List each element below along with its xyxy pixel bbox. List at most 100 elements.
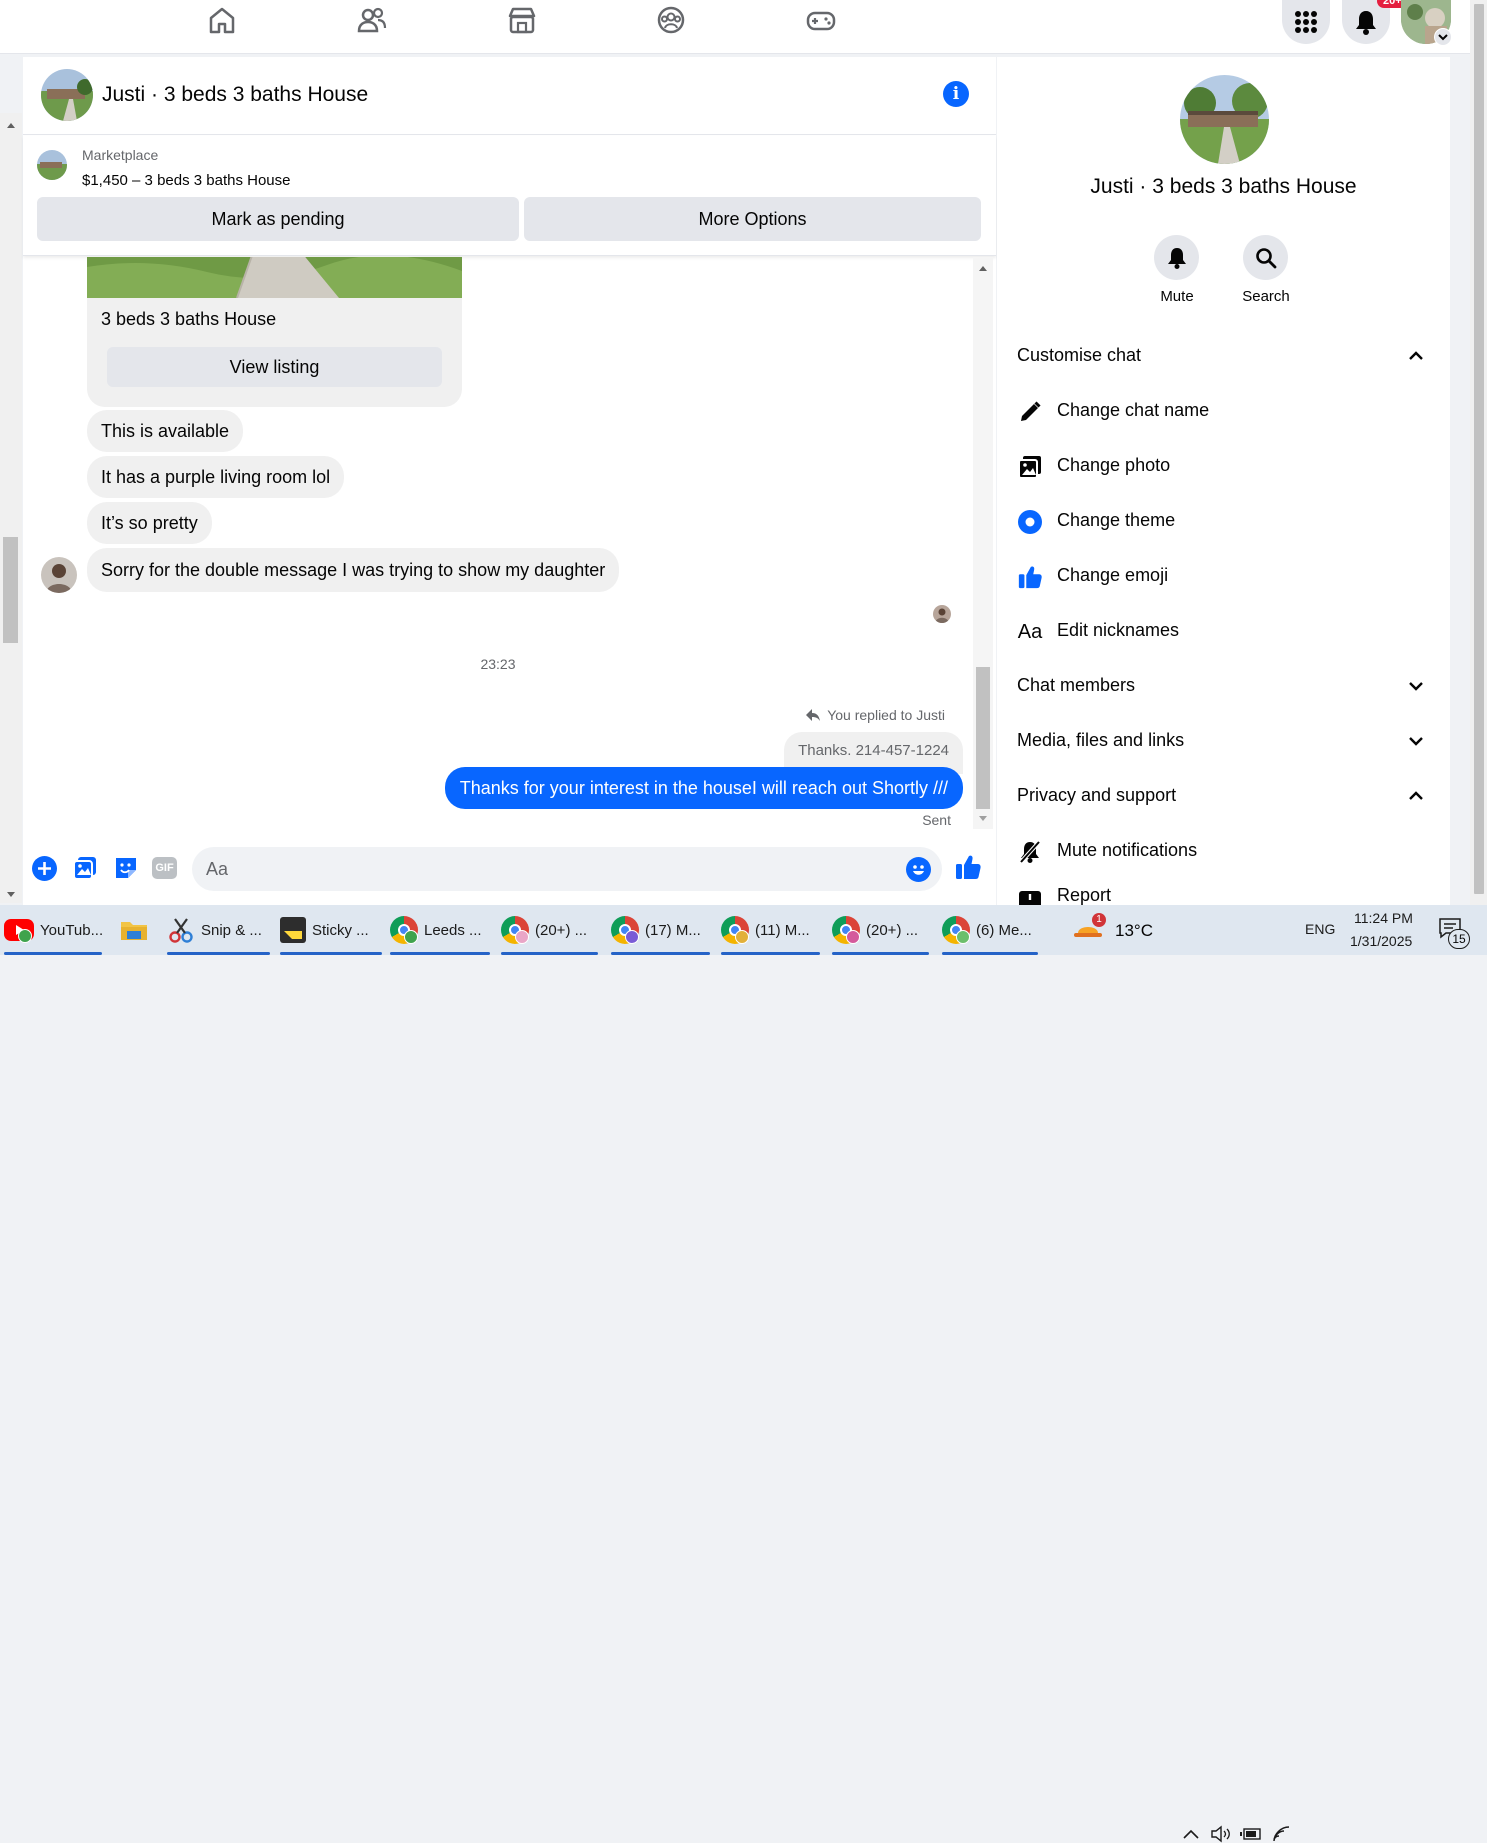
gaming-icon[interactable] (805, 4, 837, 36)
weather-widget[interactable]: 1 13°C (1072, 913, 1162, 947)
sent-status: Sent (922, 812, 951, 828)
emoji-icon[interactable] (906, 857, 931, 882)
chat-members-section[interactable]: Chat members (1017, 672, 1432, 702)
taskbar-app-sticky-notes[interactable]: Sticky ... (280, 905, 382, 955)
page-right-scroll-thumb[interactable] (1474, 4, 1484, 894)
taskbar-app-label: Sticky ... (312, 921, 369, 939)
notification-count-badge: 15 (1448, 929, 1470, 949)
clock-time[interactable]: 11:24 PM (1354, 910, 1413, 926)
mute-button[interactable] (1154, 235, 1199, 280)
attach-photo-icon[interactable] (72, 855, 98, 881)
like-thumb-icon (1017, 564, 1043, 590)
page-left-scroll-thumb[interactable] (3, 537, 18, 643)
search-label: Search (1242, 288, 1290, 305)
listing-card[interactable]: 3 beds 3 baths House View listing (87, 257, 462, 407)
messages-scrollbar[interactable] (973, 257, 993, 829)
taskbar-app-chrome-messenger-17[interactable]: (17) M... (611, 905, 710, 955)
taskbar-app-file-explorer[interactable] (112, 905, 156, 955)
mark-as-pending-button[interactable]: Mark as pending (37, 197, 519, 241)
privacy-support-section[interactable]: Privacy and support (1017, 782, 1432, 812)
account-chevron-icon[interactable] (1434, 28, 1452, 46)
clock-date[interactable]: 1/31/2025 (1350, 933, 1412, 949)
view-listing-button[interactable]: View listing (107, 347, 442, 387)
change-photo-label: Change photo (1057, 455, 1171, 475)
mute-notifications-item[interactable]: Mute notifications (1017, 837, 1432, 867)
menu-button[interactable] (1282, 0, 1330, 44)
page-right-scrollbar[interactable] (1470, 0, 1487, 905)
chevron-down-icon (1409, 737, 1423, 746)
battery-icon[interactable] (1240, 1827, 1262, 1841)
marketplace-icon[interactable] (506, 4, 538, 36)
taskbar-app-label: (17) M... (645, 921, 701, 939)
reply-indicator: You replied to Justi (805, 707, 945, 723)
messages-scroll-thumb[interactable] (976, 667, 990, 809)
taskbar-app-label: (20+) ... (866, 921, 919, 939)
message-bubble[interactable]: It’s so pretty (87, 502, 212, 544)
change-emoji-item[interactable]: Change emoji (1017, 562, 1432, 592)
gif-button[interactable]: GIF (152, 857, 177, 879)
friends-icon[interactable] (356, 4, 388, 36)
message-input[interactable] (192, 847, 942, 891)
chat-title[interactable]: Justi · 3 beds 3 baths House (102, 83, 368, 107)
section-label: Customise chat (1017, 345, 1142, 365)
notification-center-button[interactable]: 15 (1438, 917, 1472, 951)
chrome-icon (721, 916, 749, 944)
info-avatar[interactable] (1180, 75, 1269, 164)
photo-icon (1017, 454, 1043, 480)
more-options-button[interactable]: More Options (524, 197, 981, 241)
section-label: Privacy and support (1017, 785, 1177, 805)
conversation-info-icon[interactable]: i (943, 81, 969, 107)
page-left-scrollbar[interactable] (0, 113, 22, 903)
taskbar-app-label: YouTub... (40, 921, 104, 939)
folder-icon (121, 922, 147, 940)
wifi-icon[interactable] (1272, 1825, 1292, 1843)
taskbar-app-youtube[interactable]: YouTub... (4, 905, 104, 955)
chat-avatar[interactable] (41, 69, 93, 121)
chrome-icon (942, 916, 970, 944)
sender-avatar[interactable] (41, 557, 77, 593)
message-bubble[interactable]: Sorry for the double message I was tryin… (87, 548, 620, 592)
taskbar-app-chrome-leeds[interactable]: Leeds ... (390, 905, 490, 955)
taskbar-app-chrome-messenger-11[interactable]: (11) M... (721, 905, 820, 955)
report-item[interactable]: Report (1017, 882, 1432, 905)
listing-card-title: 3 beds 3 baths House (101, 309, 277, 329)
change-chat-name-item[interactable]: Change chat name (1017, 397, 1432, 427)
listing-price-title[interactable]: $1,450 – 3 beds 3 baths House (82, 172, 291, 189)
speaker-icon[interactable] (1210, 1825, 1232, 1843)
media-files-links-section[interactable]: Media, files and links (1017, 727, 1432, 757)
listing-thumbnail[interactable] (37, 150, 67, 180)
message-list: 3 beds 3 baths House View listing This i… (23, 257, 973, 835)
home-icon[interactable] (206, 4, 238, 36)
reply-arrow-icon (806, 709, 821, 721)
groups-icon[interactable] (655, 4, 687, 36)
temperature-label: 13°C (1115, 921, 1153, 940)
sent-message-bubble[interactable]: Thanks for your interest in the houseI w… (444, 767, 963, 809)
change-theme-item[interactable]: Change theme (1017, 507, 1432, 537)
marketplace-bar: Marketplace $1,450 – 3 beds 3 baths Hous… (23, 136, 996, 256)
top-navigation-bar: 20+ (0, 0, 1470, 54)
change-theme-label: Change theme (1057, 510, 1176, 530)
edit-nicknames-item[interactable]: Aa Edit nicknames (1017, 617, 1432, 647)
sticker-icon[interactable] (113, 855, 139, 881)
sticky-note-icon (280, 917, 306, 943)
more-actions-icon[interactable] (32, 856, 57, 881)
taskbar-app-chrome-messenger-6[interactable]: (6) Me... (942, 905, 1038, 955)
message-bubble[interactable]: It has a purple living room lol (87, 456, 345, 498)
taskbar-app-label: Snip & ... (201, 921, 262, 939)
windows-taskbar: YouTub... Snip & ... Sticky ... Leeds ..… (0, 905, 1487, 1843)
taskbar-app-chrome-facebook-20b[interactable]: (20+) ... (832, 905, 929, 955)
customise-chat-section[interactable]: Customise chat (1017, 342, 1432, 372)
chevron-up-icon[interactable] (1183, 1828, 1199, 1840)
language-indicator[interactable]: ENG (1305, 921, 1335, 937)
search-button[interactable] (1243, 235, 1288, 280)
taskbar-app-label: (6) Me... (976, 921, 1032, 939)
change-photo-item[interactable]: Change photo (1017, 452, 1432, 482)
mute-notifications-label: Mute notifications (1057, 840, 1198, 860)
taskbar-app-label: (20+) ... (535, 921, 588, 939)
chrome-icon (832, 916, 860, 944)
taskbar-app-chrome-facebook-20[interactable]: (20+) ... (501, 905, 598, 955)
message-bubble[interactable]: This is available (87, 410, 244, 452)
like-thumb-icon[interactable] (954, 853, 982, 881)
chrome-icon (390, 916, 418, 944)
taskbar-app-snip[interactable]: Snip & ... (167, 905, 270, 955)
